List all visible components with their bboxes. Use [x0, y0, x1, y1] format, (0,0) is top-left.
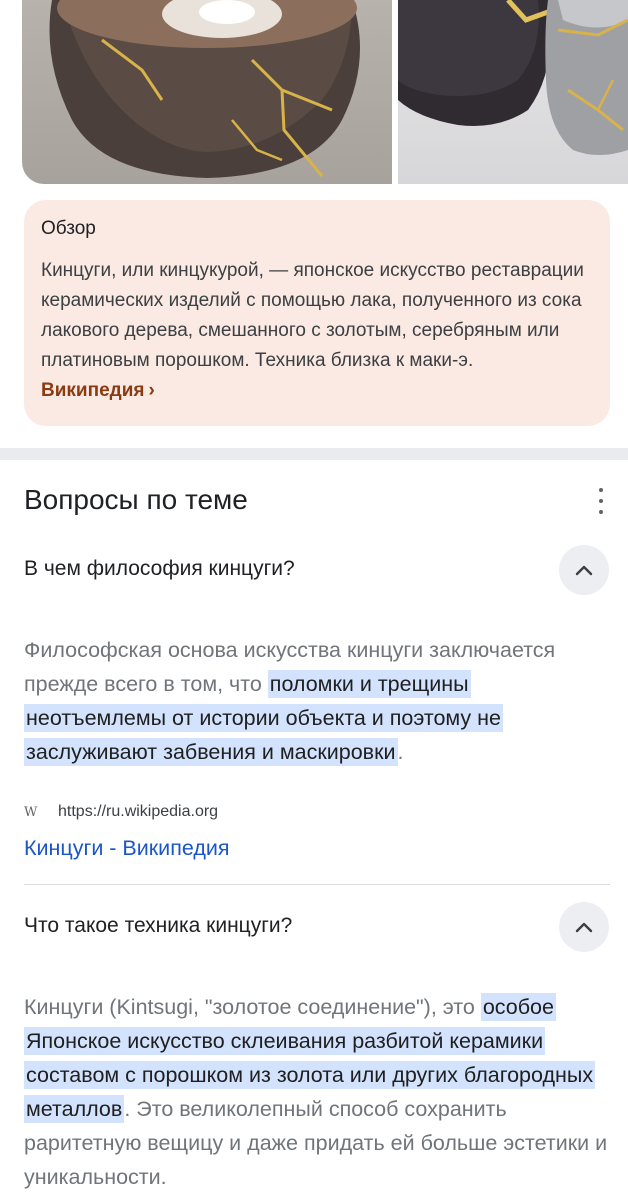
- paa-title: Вопросы по теме: [24, 484, 248, 515]
- kintsugi-bowl-image-1[interactable]: [22, 0, 392, 184]
- chevron-right-icon[interactable]: ›: [148, 380, 154, 401]
- wikipedia-favicon-icon: W: [24, 804, 38, 820]
- wikipedia-link[interactable]: Википедия: [41, 380, 144, 401]
- answer-2-pre: Кинцуги (Kintsugi, "золотое соединение")…: [24, 995, 481, 1019]
- source-row[interactable]: W https://ru.wikipedia.org: [24, 803, 218, 821]
- overview-text: Кинцуги, или кинцукурой, — японское иску…: [41, 256, 590, 406]
- question-1[interactable]: В чем философия кинцуги?: [24, 557, 295, 581]
- overview-body: Кинцуги, или кинцукурой, — японское иску…: [41, 260, 584, 371]
- question-2[interactable]: Что такое техника кинцуги?: [24, 914, 292, 938]
- more-options-icon[interactable]: [594, 488, 608, 514]
- source-title-link[interactable]: Кинцуги - Википедия: [24, 836, 230, 861]
- answer-2: Кинцуги (Kintsugi, "золотое соединение")…: [24, 990, 614, 1194]
- overview-card: Обзор Кинцуги, или кинцукурой, — японско…: [24, 200, 610, 426]
- chevron-up-icon: [575, 565, 593, 576]
- chevron-up-icon: [575, 922, 593, 933]
- collapse-button-2[interactable]: [559, 902, 609, 952]
- kintsugi-bowl-image-2[interactable]: [398, 0, 628, 184]
- section-separator: [0, 448, 628, 460]
- answer-1-post: .: [397, 740, 404, 764]
- divider: [24, 884, 610, 885]
- overview-title: Обзор: [41, 218, 96, 239]
- image-strip: [0, 0, 628, 184]
- answer-1: Философская основа искусства кинцуги зак…: [24, 633, 614, 769]
- source-url[interactable]: https://ru.wikipedia.org: [58, 803, 218, 821]
- collapse-button-1[interactable]: [559, 545, 609, 595]
